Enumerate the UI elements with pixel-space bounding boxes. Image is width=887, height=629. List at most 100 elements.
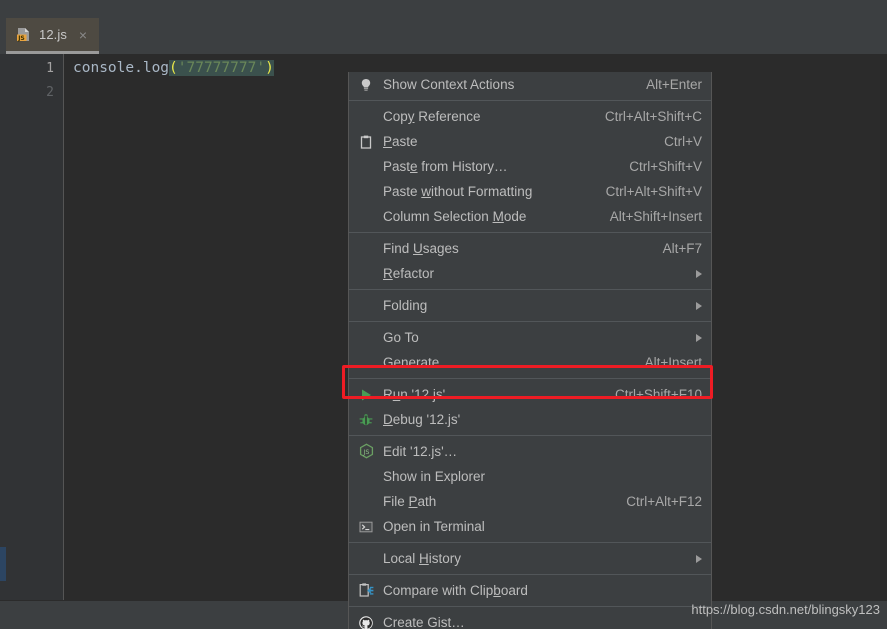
menu-item-find-usages[interactable]: Find Usages Alt+F7 [349,236,711,261]
code-token-close-paren: ) [265,60,274,76]
svg-text:JS: JS [362,448,369,456]
menu-item-label: Find Usages [383,241,459,256]
chevron-right-icon [696,333,702,342]
github-icon [357,614,375,629]
menu-item-shortcut: Alt+Shift+Insert [609,209,702,224]
menu-item-label: Open in Terminal [383,519,485,534]
menu-item-shortcut: Alt+Enter [646,77,702,92]
menu-separator [349,289,711,290]
menu-item-copy-reference[interactable]: Copy Reference Ctrl+Alt+Shift+C [349,104,711,129]
menu-item-folding[interactable]: Folding [349,293,711,318]
menu-item-local-history[interactable]: Local History [349,546,711,571]
menu-item-go-to[interactable]: Go To [349,325,711,350]
menu-separator [349,232,711,233]
menu-item-debug-12js[interactable]: Debug '12.js' [349,407,711,432]
editor-left-strip [0,54,12,600]
editor-tab-label: 12.js [39,27,67,42]
menu-item-label: Paste from History… [383,159,508,174]
chevron-right-icon [696,554,702,563]
menu-item-shortcut: Ctrl+V [664,134,702,149]
menu-item-paste-without-formatting[interactable]: Paste without Formatting Ctrl+Alt+Shift+V [349,179,711,204]
chevron-right-icon [696,269,702,278]
menu-item-show-context-actions[interactable]: Show Context Actions Alt+Enter [349,72,711,97]
editor-tab-bar: JS 12.js × [0,18,887,54]
menu-item-create-gist[interactable]: Create Gist… [349,610,711,629]
no-icon [357,265,375,283]
menu-item-edit-12js[interactable]: JS Edit '12.js'… [349,439,711,464]
menu-item-shortcut: Ctrl+Alt+Shift+C [604,109,702,124]
no-icon [357,354,375,372]
menu-item-label: Create Gist… [383,615,465,629]
menu-item-refactor[interactable]: Refactor [349,261,711,286]
menu-item-label: Column Selection Mode [383,209,527,224]
menu-item-shortcut: Alt+Insert [644,355,702,370]
js-file-icon: JS [16,27,31,42]
no-icon [357,183,375,201]
vcs-change-marker [0,547,6,581]
menu-separator [349,435,711,436]
menu-item-shortcut: Ctrl+Alt+Shift+V [605,184,702,199]
menu-item-shortcut: Alt+F7 [662,241,702,256]
no-icon [357,158,375,176]
window-top-strip [0,0,887,18]
editor-context-menu[interactable]: Show Context Actions Alt+Enter Copy Refere… [348,72,712,629]
lightbulb-icon [357,76,375,94]
no-icon [357,550,375,568]
menu-separator [349,378,711,379]
menu-separator [349,606,711,607]
no-icon [357,108,375,126]
line-number-2: 2 [46,85,54,100]
menu-item-label: Edit '12.js'… [383,444,458,459]
menu-item-label: Folding [383,298,428,313]
no-icon [357,240,375,258]
menu-item-label: Copy Reference [383,109,481,124]
editor-tab-12js[interactable]: JS 12.js × [6,18,99,54]
code-line-1: console.log('77777777') [73,59,274,77]
menu-item-column-selection-mode[interactable]: Column Selection Mode Alt+Shift+Insert [349,204,711,229]
line-number-1: 1 [46,61,54,76]
menu-item-label: Debug '12.js' [383,412,461,427]
close-icon[interactable]: × [77,28,89,42]
menu-item-run-12js[interactable]: Run '12.js' Ctrl+Shift+F10 [349,382,711,407]
menu-item-shortcut: Ctrl+Shift+V [629,159,702,174]
menu-item-shortcut: Ctrl+Shift+F10 [614,387,702,402]
no-icon [357,329,375,347]
no-icon [357,468,375,486]
code-token-open-paren: ( [169,60,178,76]
menu-separator [349,321,711,322]
menu-item-label: Paste without Formatting [383,184,533,199]
menu-item-compare-with-clipboard[interactable]: Compare with Clipboard [349,578,711,603]
ide-window: JS 12.js × 1 2 console.log('77777777') h… [0,0,887,629]
svg-text:JS: JS [17,35,25,42]
chevron-right-icon [696,301,702,310]
terminal-icon [357,518,375,536]
menu-item-show-in-explorer[interactable]: Show in Explorer [349,464,711,489]
menu-separator [349,100,711,101]
code-token-string: '77777777' [177,60,266,76]
menu-item-label: Compare with Clipboard [383,583,528,598]
compare-clipboard-icon [357,582,375,600]
menu-item-label: Run '12.js' [383,387,446,402]
menu-item-label: Refactor [383,266,435,281]
menu-item-file-path[interactable]: File Path Ctrl+Alt+F12 [349,489,711,514]
no-icon [357,493,375,511]
debug-icon [357,411,375,429]
clipboard-icon [357,133,375,151]
no-icon [357,297,375,315]
menu-item-paste-from-history[interactable]: Paste from History… Ctrl+Shift+V [349,154,711,179]
run-icon [357,386,375,404]
line-number-gutter: 1 2 [12,54,64,600]
menu-item-label: File Path [383,494,437,509]
watermark-text: https://blog.csdn.net/blingsky123 [691,602,880,617]
menu-item-open-in-terminal[interactable]: Open in Terminal [349,514,711,539]
menu-item-shortcut: Ctrl+Alt+F12 [626,494,702,509]
menu-item-label: Show in Explorer [383,469,486,484]
menu-item-label: Paste [383,134,418,149]
menu-item-paste[interactable]: Paste Ctrl+V [349,129,711,154]
menu-item-generate[interactable]: Generate… Alt+Insert [349,350,711,375]
menu-separator [349,574,711,575]
menu-item-label: Show Context Actions [383,77,515,92]
nodejs-icon: JS [357,443,375,461]
editor-bottom-left-strip [0,601,12,629]
menu-separator [349,542,711,543]
